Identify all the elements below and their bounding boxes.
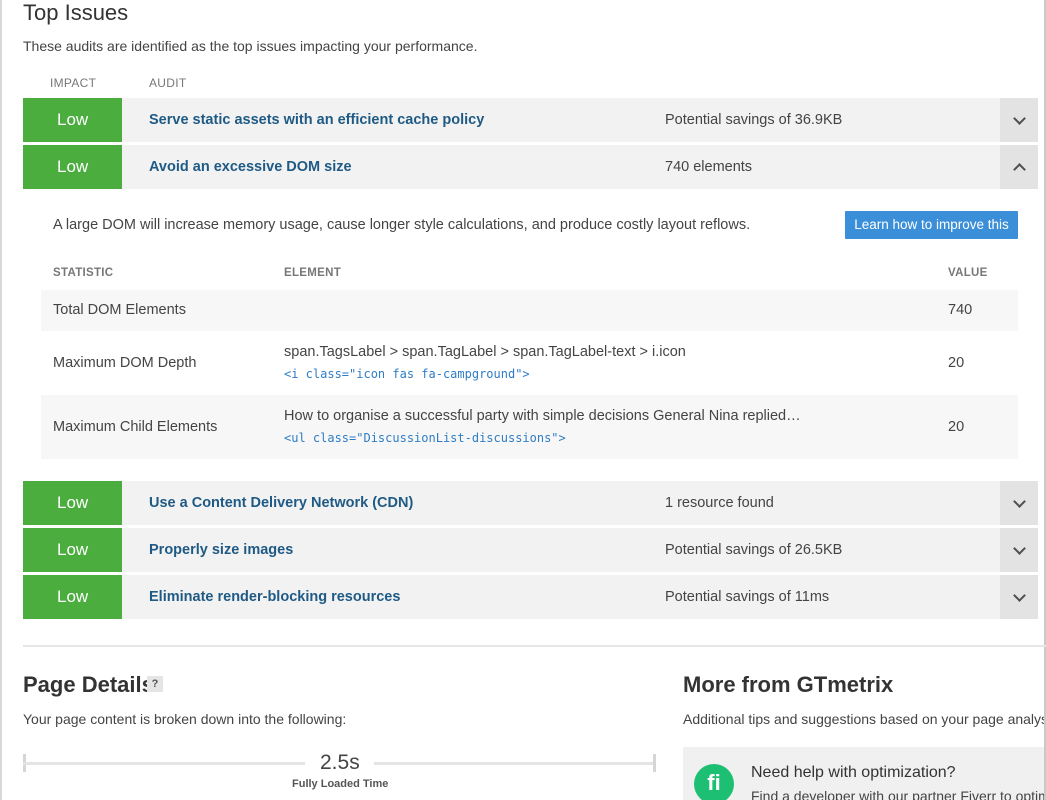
page-details-title: Page Details <box>23 672 154 697</box>
chevron-down-icon <box>1012 541 1026 555</box>
collapse-toggle[interactable] <box>1000 145 1038 189</box>
timeline-line-right <box>374 762 656 765</box>
issue-row-render-blocking[interactable]: Low Eliminate render-blocking resources … <box>23 575 1038 619</box>
left-border <box>0 0 2 800</box>
impact-column-header: IMPACT <box>50 76 97 90</box>
top-issues-title: Top Issues <box>23 0 129 25</box>
audit-metric: 1 resource found <box>665 495 774 511</box>
audit-metric: Potential savings of 26.5KB <box>665 542 843 558</box>
table-row: Total DOM Elements 740 <box>41 290 1018 331</box>
help-card-subtitle: Find a developer with our partner Fiverr… <box>751 788 1044 800</box>
fiverr-logo-icon: fi <box>694 764 734 800</box>
element-code: <i class="icon fas fa-campground"> <box>284 367 530 381</box>
audit-title[interactable]: Properly size images <box>149 528 293 572</box>
timeline-line-left <box>23 762 305 765</box>
statistic-name: Maximum DOM Depth <box>53 355 197 371</box>
more-from-title: More from GTmetrix <box>683 672 894 697</box>
element-selector: How to organise a successful party with … <box>284 408 801 424</box>
issue-row-cache-policy[interactable]: Low Serve static assets with an efficien… <box>23 98 1038 142</box>
page-details-description: Your page content is broken down into th… <box>23 711 347 727</box>
audit-metric: 740 elements <box>665 159 753 175</box>
section-divider <box>23 645 1046 647</box>
chevron-down-icon <box>1012 111 1026 125</box>
impact-badge: Low <box>23 481 122 525</box>
top-issues-description: These audits are identified as the top i… <box>23 38 478 54</box>
element-selector: span.TagsLabel > span.TagLabel > span.Ta… <box>284 344 686 360</box>
expand-toggle[interactable] <box>1000 575 1038 619</box>
fully-loaded-value: 2.5s <box>320 751 360 774</box>
impact-badge: Low <box>23 528 122 572</box>
impact-badge: Low <box>23 98 122 142</box>
expand-toggle[interactable] <box>1000 528 1038 572</box>
chevron-down-icon <box>1012 588 1026 602</box>
value-header: VALUE <box>948 267 988 279</box>
help-icon[interactable]: ? <box>147 676 163 692</box>
audit-metric: Potential savings of 11ms <box>665 589 830 605</box>
dom-size-explanation: A large DOM will increase memory usage, … <box>53 217 751 233</box>
table-row: Maximum DOM Depth span.TagsLabel > span.… <box>41 331 1018 395</box>
audit-title[interactable]: Use a Content Delivery Network (CDN) <box>149 481 413 525</box>
table-row: Maximum Child Elements How to organise a… <box>41 395 1018 459</box>
audit-column-header: AUDIT <box>149 76 187 90</box>
audit-title[interactable]: Avoid an excessive DOM size <box>149 145 352 189</box>
statistic-header: STATISTIC <box>53 267 114 279</box>
statistic-name: Maximum Child Elements <box>53 419 218 435</box>
statistic-value: 20 <box>948 355 965 371</box>
audit-title[interactable]: Serve static assets with an efficient ca… <box>149 98 484 142</box>
fully-loaded-label: Fully Loaded Time <box>292 778 389 790</box>
learn-how-button[interactable]: Learn how to improve this <box>845 211 1018 239</box>
audit-metric: Potential savings of 36.9KB <box>665 112 843 128</box>
impact-badge: Low <box>23 145 122 189</box>
chevron-down-icon <box>1012 494 1026 508</box>
statistic-name: Total DOM Elements <box>53 302 186 318</box>
chevron-up-icon <box>1012 162 1026 176</box>
optimization-help-card[interactable]: fi Need help with optimization? Find a d… <box>683 747 1044 800</box>
statistic-value: 20 <box>948 419 965 435</box>
issue-row-dom-size[interactable]: Low Avoid an excessive DOM size 740 elem… <box>23 145 1038 189</box>
help-card-title[interactable]: Need help with optimization? <box>751 764 956 782</box>
element-code: <ul class="DiscussionList-discussions"> <box>284 431 566 445</box>
impact-badge: Low <box>23 575 122 619</box>
more-from-description: Additional tips and suggestions based on… <box>683 711 1044 727</box>
issue-row-image-size[interactable]: Low Properly size images Potential savin… <box>23 528 1038 572</box>
statistic-value: 740 <box>948 302 973 318</box>
dom-size-details: A large DOM will increase memory usage, … <box>23 190 1038 478</box>
timeline-end-tick <box>653 754 656 772</box>
issue-row-cdn[interactable]: Low Use a Content Delivery Network (CDN)… <box>23 481 1038 525</box>
expand-toggle[interactable] <box>1000 481 1038 525</box>
expand-toggle[interactable] <box>1000 98 1038 142</box>
audit-title[interactable]: Eliminate render-blocking resources <box>149 575 400 619</box>
element-header: ELEMENT <box>284 267 342 279</box>
